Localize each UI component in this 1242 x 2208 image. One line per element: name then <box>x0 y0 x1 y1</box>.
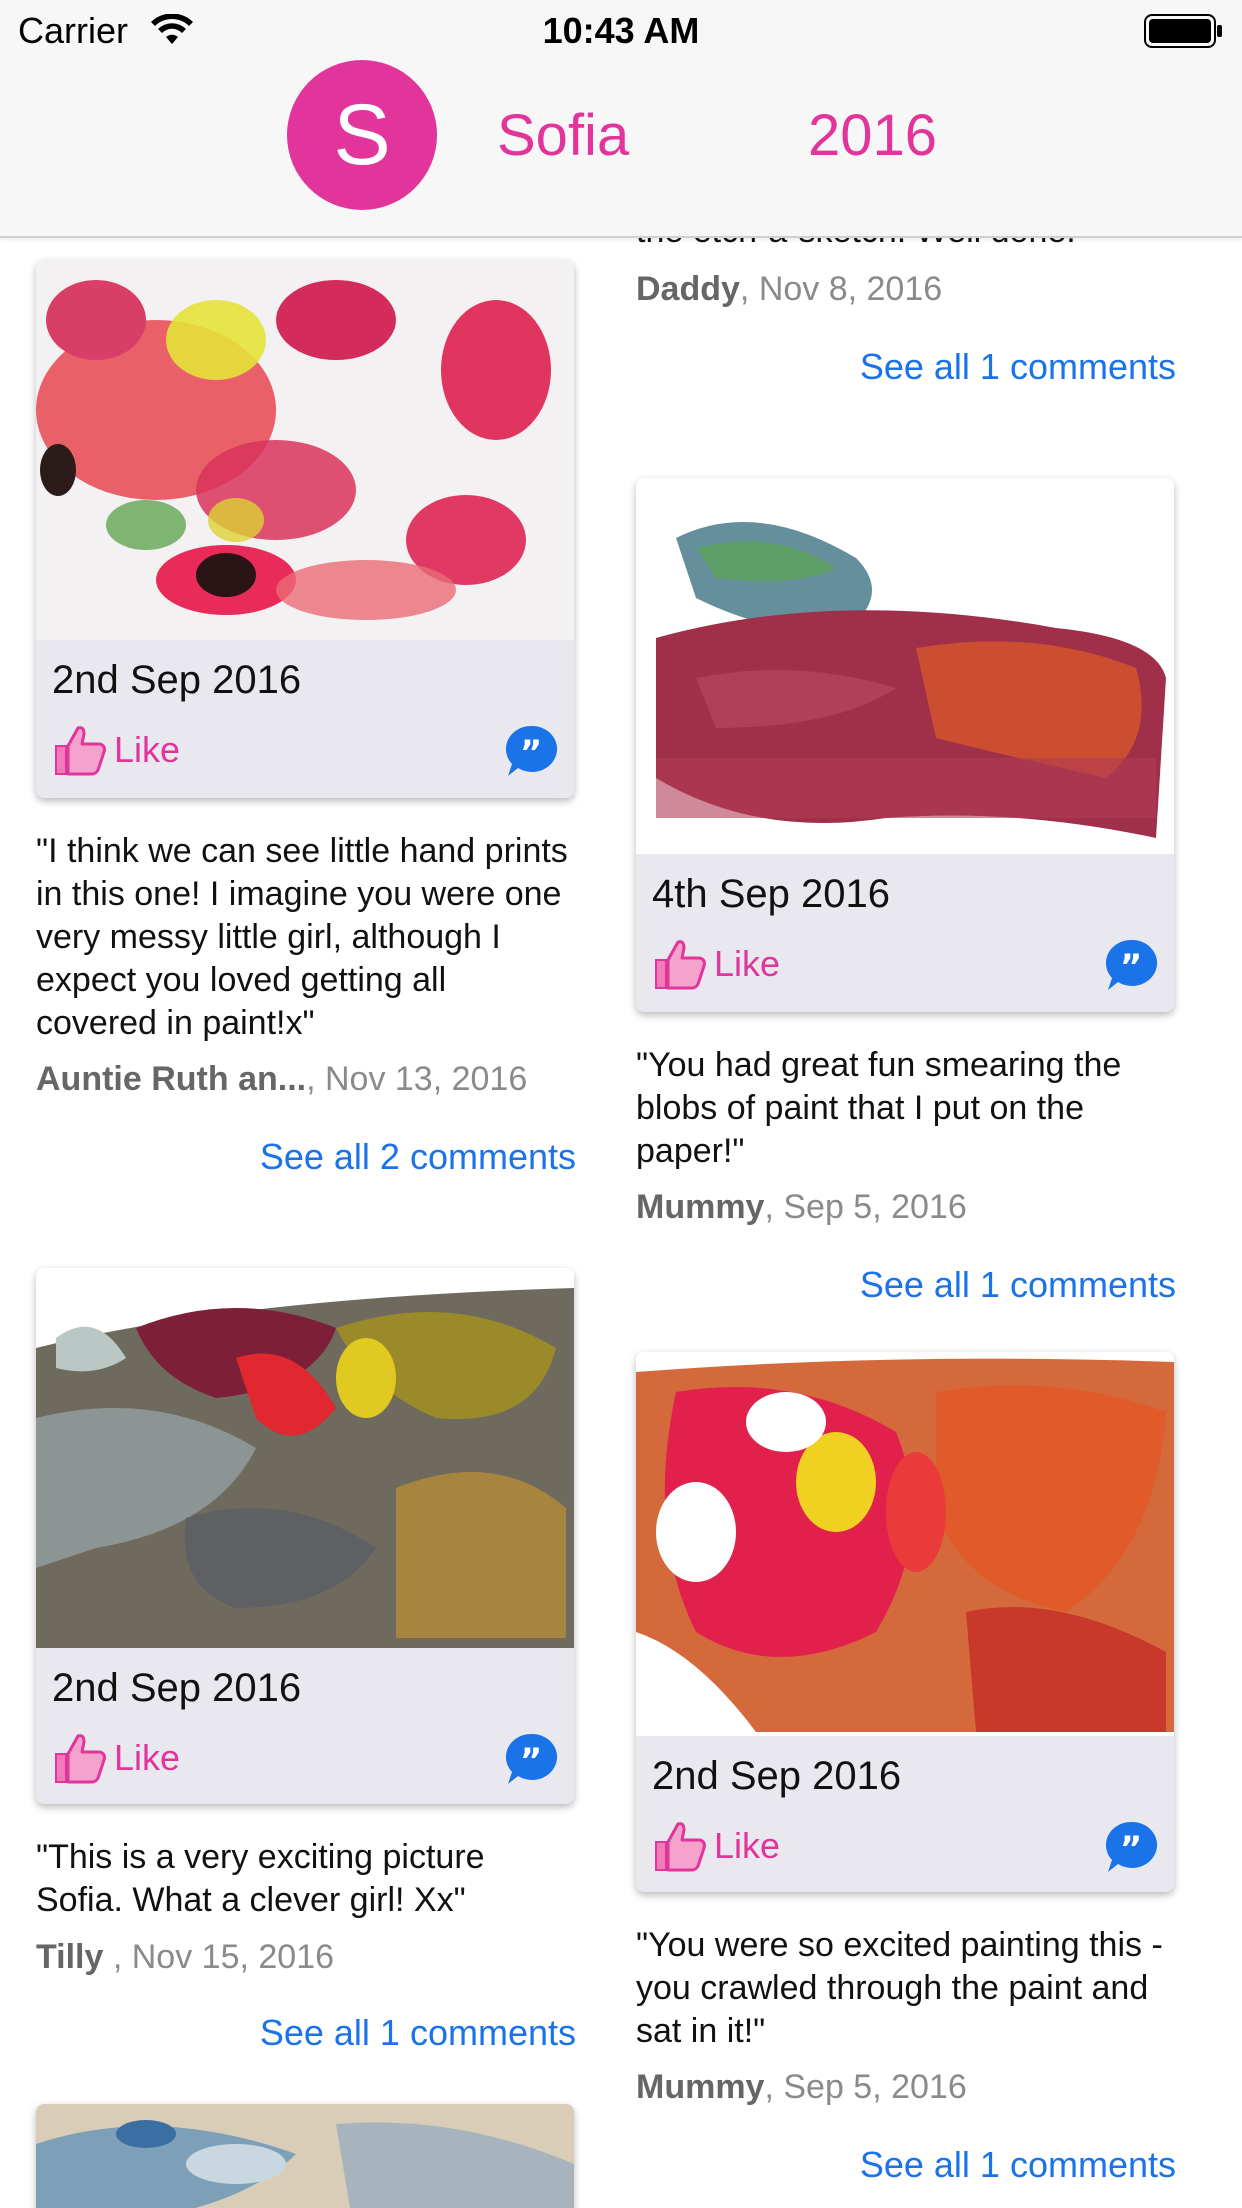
quote-bubble-icon[interactable]: ” <box>1104 1820 1158 1874</box>
like-button[interactable]: Like <box>652 1818 780 1874</box>
like-label: Like <box>714 1825 781 1866</box>
svg-text:”: ” <box>520 733 542 773</box>
like-button[interactable]: Like <box>52 1730 180 1786</box>
artwork-date: 2nd Sep 2016 <box>652 1754 902 1798</box>
profile-header: S Sofia 2016 <box>0 60 1242 238</box>
comment-date: , Sep 5, 2016 <box>764 1188 967 1226</box>
see-all-comments-link[interactable]: See all 1 comments <box>636 2144 1176 2186</box>
thumbs-up-icon <box>655 1822 706 1872</box>
artwork-feed[interactable]: the etch-a-sketch. Well done. Daddy, Nov… <box>0 0 1242 2208</box>
battery-icon <box>1144 14 1224 53</box>
artwork-image[interactable] <box>36 2104 574 2208</box>
like-button[interactable]: Like <box>52 722 180 778</box>
comment-meta: Auntie Ruth an..., Nov 13, 2016 <box>36 1060 596 1099</box>
quote-bubble-icon[interactable]: ” <box>504 724 558 778</box>
avatar[interactable]: S <box>287 60 437 210</box>
comment-meta: Daddy, Nov 8, 2016 <box>636 270 1196 309</box>
artwork-date: 4th Sep 2016 <box>652 872 890 916</box>
comment-quote: "You were so excited painting this - you… <box>636 1926 1163 2050</box>
comment-author: Mummy <box>636 2068 765 2106</box>
thumbs-up-icon <box>55 1734 106 1784</box>
artwork-card[interactable]: 2nd Sep 2016 Like ” <box>36 260 574 798</box>
comment-author: Daddy <box>636 270 740 308</box>
comment-quote: "You had great fun smearing the blobs of… <box>636 1046 1122 1170</box>
thumbs-up-icon <box>655 940 706 990</box>
like-button[interactable]: Like <box>652 936 780 992</box>
see-all-comments-link[interactable]: See all 1 comments <box>636 346 1176 388</box>
year-selector[interactable]: 2016 <box>808 102 937 169</box>
like-label: Like <box>114 1737 181 1778</box>
comment-quote: "I think we can see little hand prints i… <box>36 832 568 1042</box>
clock: 10:43 AM <box>542 10 700 51</box>
comment-author: Auntie Ruth an... <box>36 1060 307 1098</box>
artwork-date: 2nd Sep 2016 <box>52 1666 302 1710</box>
comment-date: , Sep 5, 2016 <box>764 2068 967 2106</box>
see-all-comments-link[interactable]: See all 2 comments <box>36 1136 576 1178</box>
comment-date: , Nov 13, 2016 <box>306 1060 528 1098</box>
artwork-image[interactable] <box>36 260 574 640</box>
see-all-comments-link[interactable]: See all 1 comments <box>36 2012 576 2054</box>
comment-meta: Mummy, Sep 5, 2016 <box>636 1188 1196 1227</box>
comment-meta: Mummy, Sep 5, 2016 <box>636 2068 1196 2107</box>
artwork-image[interactable] <box>636 478 1174 854</box>
artwork-card[interactable] <box>36 2104 574 2208</box>
comment-date: , Nov 8, 2016 <box>739 270 943 308</box>
child-name: Sofia <box>497 103 630 168</box>
status-bar: Carrier 10:43 AM <box>0 0 1242 60</box>
comment-author: Mummy <box>636 1188 765 1226</box>
like-label: Like <box>114 729 181 770</box>
svg-text:”: ” <box>520 1741 542 1781</box>
comment-author: Tilly <box>36 1938 113 1976</box>
like-label: Like <box>714 943 781 984</box>
quote-bubble-icon[interactable]: ” <box>504 1732 558 1786</box>
artwork-date: 2nd Sep 2016 <box>52 658 302 702</box>
comment-meta: Tilly , Nov 15, 2016 <box>36 1938 596 1977</box>
artwork-image[interactable] <box>36 1268 574 1648</box>
artwork-card[interactable]: 2nd Sep 2016 Like ” <box>636 1352 1174 1892</box>
artwork-card[interactable]: 4th Sep 2016 Like ” <box>636 478 1174 1012</box>
thumbs-up-icon <box>55 726 106 776</box>
artwork-image[interactable] <box>636 1352 1174 1736</box>
comment-date: , Nov 15, 2016 <box>112 1938 335 1976</box>
comment-quote: "This is a very exciting picture Sofia. … <box>36 1838 485 1919</box>
svg-text:”: ” <box>1120 1829 1142 1869</box>
svg-text:”: ” <box>1120 947 1142 987</box>
artwork-card[interactable]: 2nd Sep 2016 Like ” <box>36 1268 574 1804</box>
see-all-comments-link[interactable]: See all 1 comments <box>636 1264 1176 1306</box>
quote-bubble-icon[interactable]: ” <box>1104 938 1158 992</box>
